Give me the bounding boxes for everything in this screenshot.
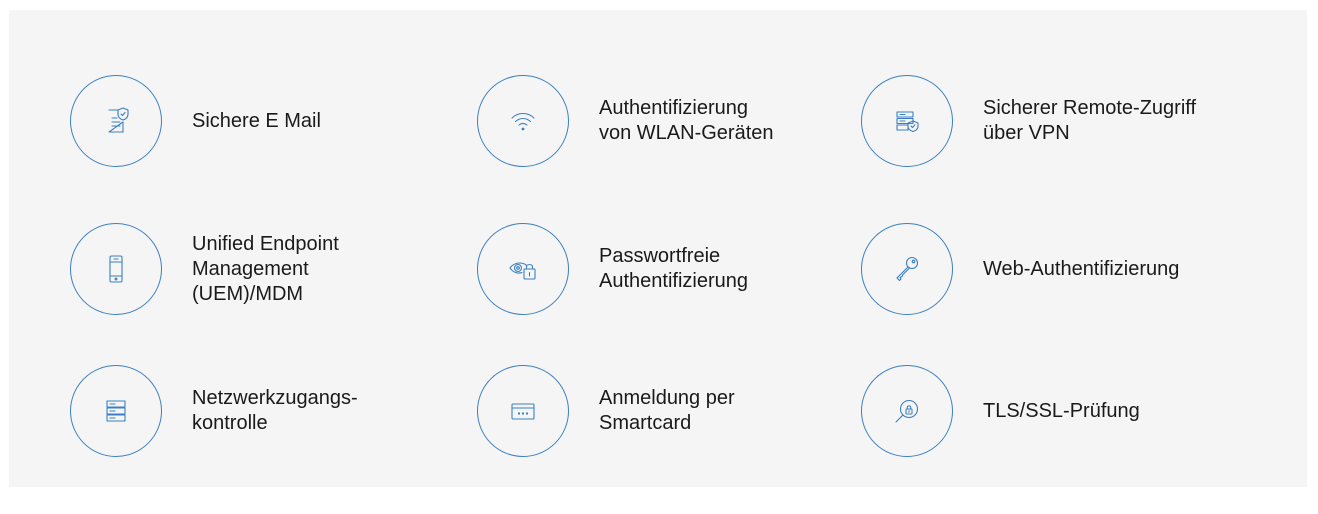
feature-item-smartcard: Anmeldung per Smartcard — [477, 363, 735, 459]
feature-label: TLS/SSL-Prüfung — [983, 399, 1140, 422]
server-stack-icon — [106, 400, 126, 422]
smartphone-icon — [109, 255, 123, 283]
feature-panel: Sichere E Mail Authentifizierung von WLA… — [9, 10, 1307, 487]
feature-icon-circle — [70, 75, 162, 167]
wifi-icon — [511, 112, 535, 131]
feature-icon-circle — [477, 223, 569, 315]
feature-label: Authentifizierung von WLAN-Geräten — [599, 97, 774, 144]
feature-icon-circle — [477, 75, 569, 167]
eye-lock-icon — [509, 262, 536, 280]
feature-item-passwordless: Passwortfreie Authentifizierung — [477, 221, 748, 317]
feature-icon-circle — [861, 365, 953, 457]
feature-icon-circle — [861, 223, 953, 315]
feature-item-nac: Netzwerkzugangs- kontrolle — [70, 363, 358, 459]
feature-icon-circle — [861, 75, 953, 167]
feature-item-remote-vpn: Sicherer Remote-Zugriff über VPN — [861, 73, 1196, 169]
feature-item-uem-mdm: Unified Endpoint Management (UEM)/MDM — [70, 221, 339, 317]
feature-label: Unified Endpoint Management (UEM)/MDM — [192, 232, 339, 305]
magnifier-lock-icon — [895, 399, 919, 423]
feature-label: Netzwerkzugangs- kontrolle — [192, 387, 358, 434]
feature-icon-circle — [70, 223, 162, 315]
feature-icon-circle — [70, 365, 162, 457]
feature-label: Sicherer Remote-Zugriff über VPN — [983, 97, 1197, 144]
smartcard-icon — [511, 403, 535, 420]
feature-label: Passwortfreie Authentifizierung — [599, 245, 748, 292]
feature-label: Web-Authentifizierung — [983, 257, 1180, 280]
feature-label: Sichere E Mail — [192, 109, 321, 132]
server-shield-icon — [896, 111, 919, 133]
feature-label: Anmeldung per Smartcard — [599, 387, 735, 434]
feature-item-tls-ssl: TLS/SSL-Prüfung — [861, 363, 1140, 459]
key-icon — [896, 256, 919, 282]
feature-item-wlan-auth: Authentifizierung von WLAN-Geräten — [477, 73, 774, 169]
feature-icon-circle — [477, 365, 569, 457]
feature-item-secure-email: Sichere E Mail — [70, 73, 321, 169]
feature-item-web-auth: Web-Authentifizierung — [861, 221, 1179, 317]
document-shield-icon — [108, 107, 129, 133]
